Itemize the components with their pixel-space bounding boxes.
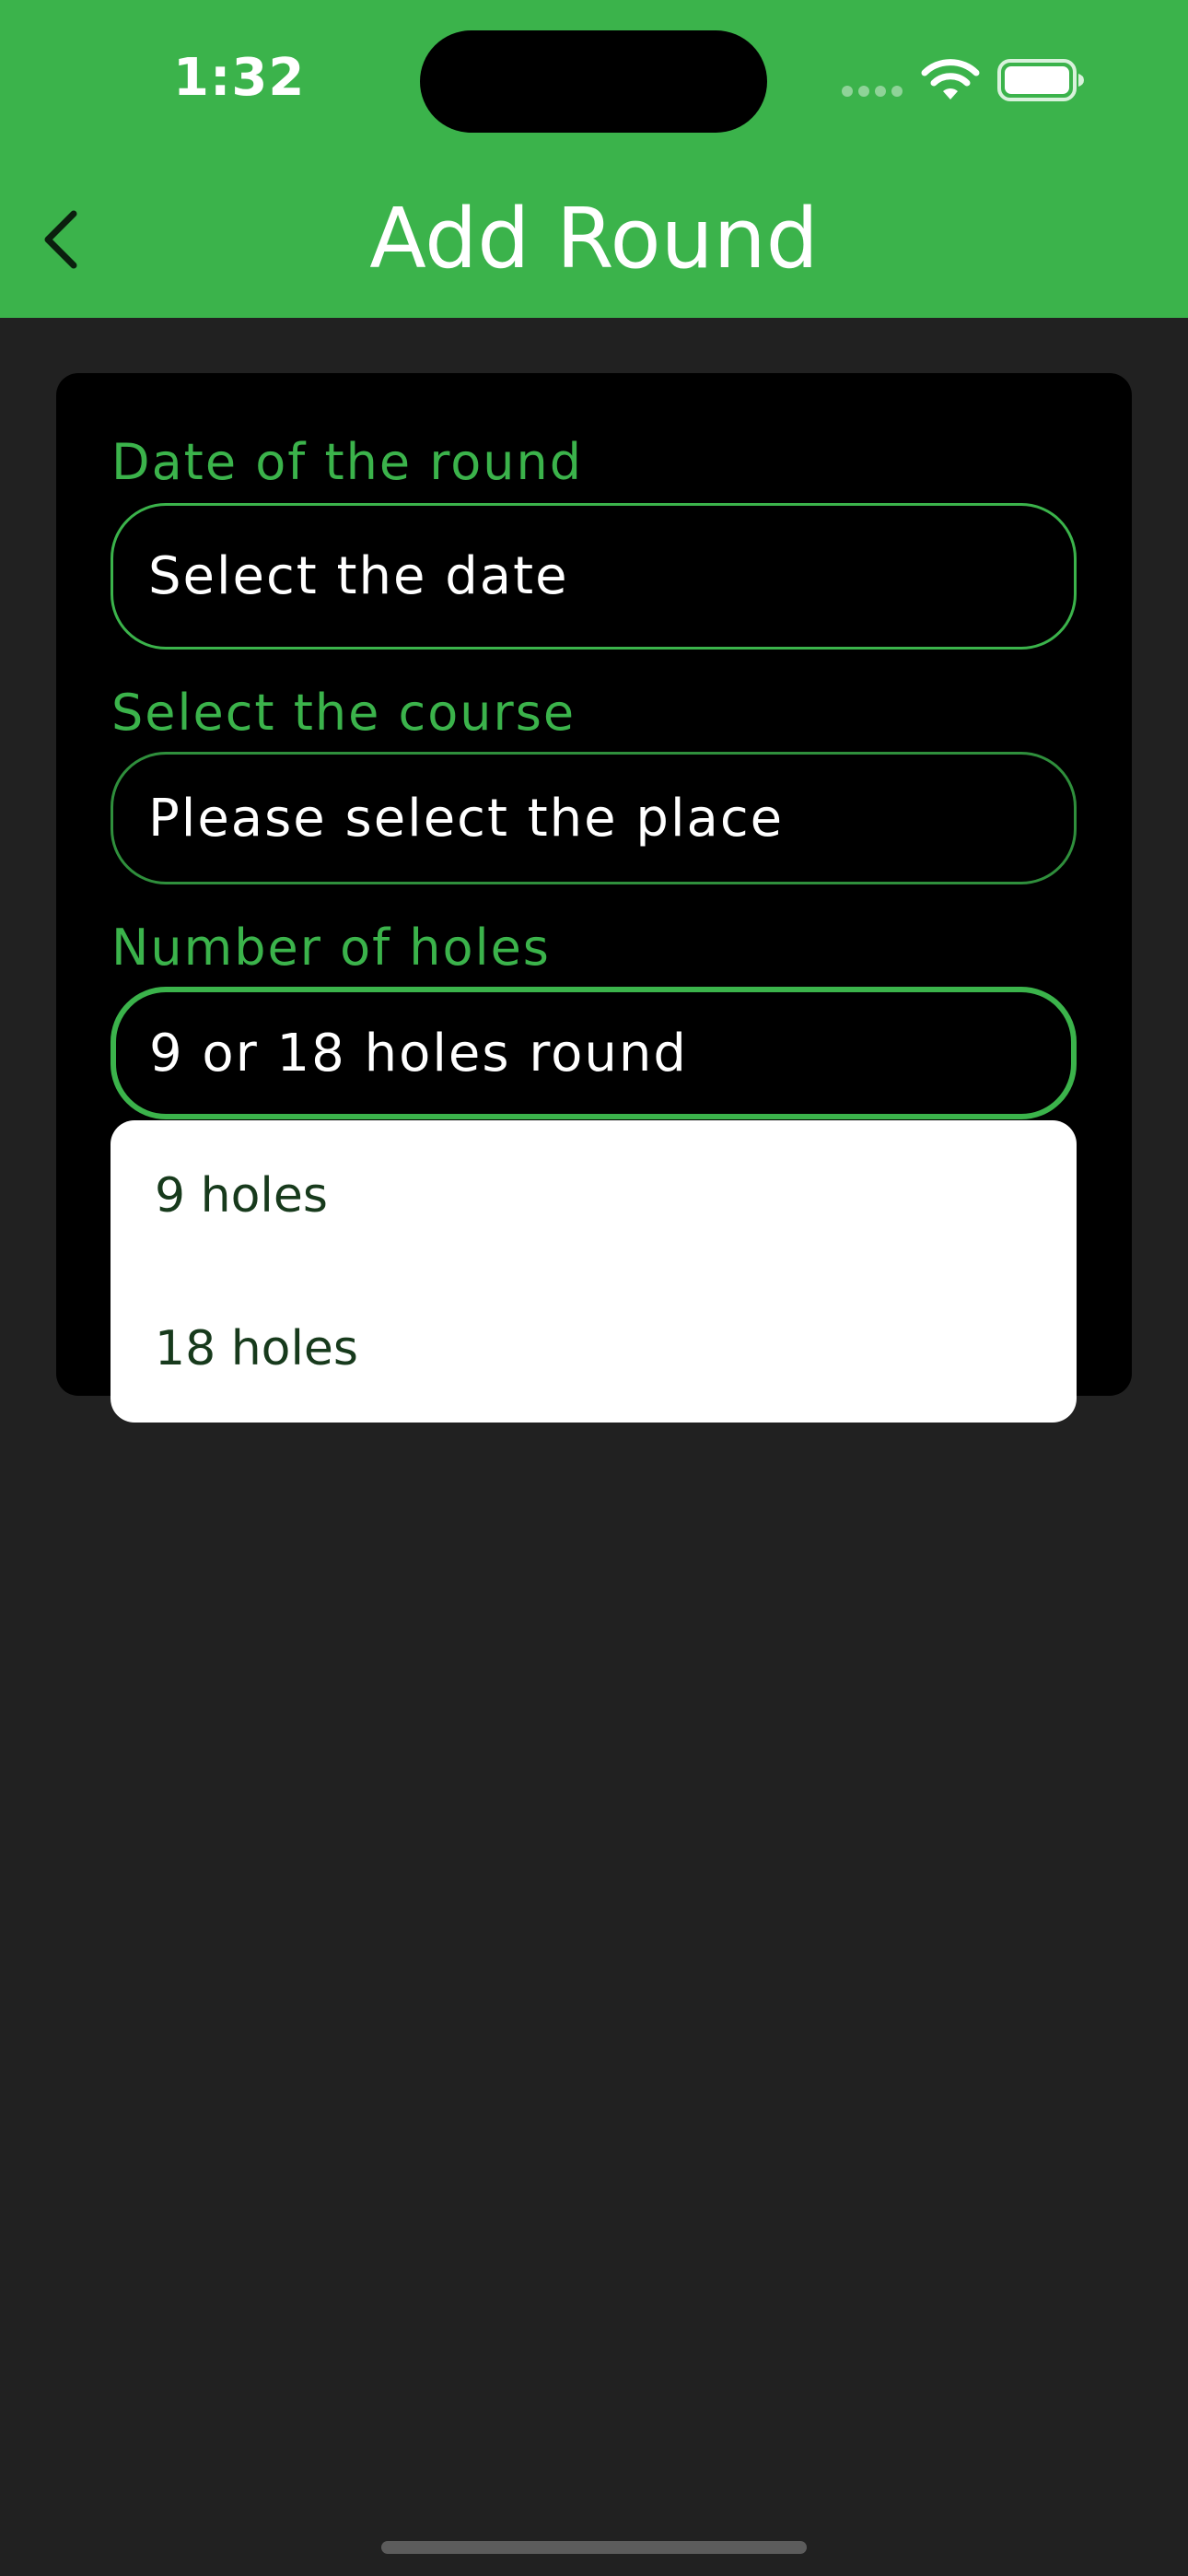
battery-icon [997,59,1084,101]
holes-option-9[interactable]: 9 holes [111,1122,1077,1270]
app-header: 1:32 Add Round [0,0,1188,318]
holes-select[interactable]: 9 or 18 holes round [111,987,1077,1119]
holes-select-placeholder: 9 or 18 holes round [149,1023,688,1083]
course-select-placeholder: Please select the place [148,788,785,849]
page-title: Add Round [369,191,819,287]
holes-dropdown-menu: 9 holes 18 holes [111,1120,1077,1423]
home-indicator [381,2541,807,2554]
holes-label: Number of holes [111,919,551,977]
add-round-screen: 1:32 Add Round Date of the round Select … [0,0,1188,2576]
dynamic-island [420,30,767,133]
course-select[interactable]: Please select the place [111,752,1077,884]
date-label: Date of the round [111,433,584,491]
holes-option-18[interactable]: 18 holes [111,1275,1077,1423]
status-time: 1:32 [173,48,306,108]
date-field-placeholder: Select the date [148,546,569,606]
signal-icon [842,86,903,97]
date-field[interactable]: Select the date [111,503,1077,650]
wifi-icon [921,59,980,100]
course-label: Select the course [111,684,577,742]
